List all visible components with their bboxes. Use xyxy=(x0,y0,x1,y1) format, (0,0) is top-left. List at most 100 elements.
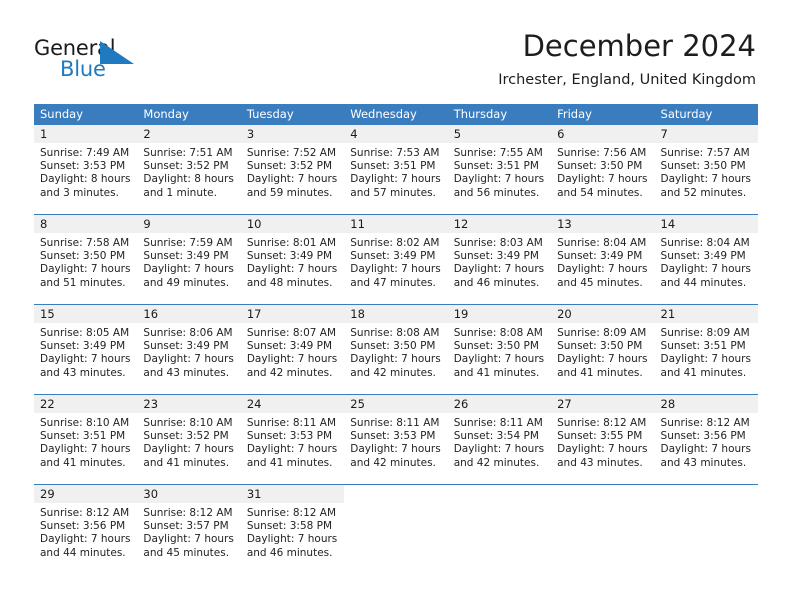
day-number: 20 xyxy=(551,305,655,323)
calendar-day-cell[interactable]: 18 Sunrise: 8:08 AM Sunset: 3:50 PM Dayligh… xyxy=(344,305,448,385)
daylight-text-line2: and 43 minutes. xyxy=(40,366,126,379)
calendar-empty-cell xyxy=(551,485,655,565)
generalblue-logo[interactable]: General Blue xyxy=(34,36,234,88)
daylight-text-line2: and 1 minute. xyxy=(143,186,217,199)
calendar-day-cell[interactable]: 19 Sunrise: 8:08 AM Sunset: 3:50 PM Dayligh… xyxy=(447,305,552,385)
day-details xyxy=(448,503,551,507)
day-details: Sunrise: 8:10 AM Sunset: 3:51 PM Daylight:… xyxy=(34,413,137,470)
calendar-day-cell[interactable]: 9 Sunrise: 7:59 AM Sunset: 3:49 PM Daylight… xyxy=(137,215,241,295)
calendar-day-cell[interactable]: 15 Sunrise: 8:05 AM Sunset: 3:49 PM Dayligh… xyxy=(34,305,138,385)
calendar-day-cell[interactable]: 30 Sunrise: 8:12 AM Sunset: 3:57 PM Dayligh… xyxy=(137,485,241,565)
sunrise-text: Sunrise: 8:09 AM xyxy=(557,327,647,339)
day-number: 27 xyxy=(551,395,655,413)
daylight-text-line1: Daylight: 7 hours xyxy=(660,353,751,366)
sunset-text: Sunset: 3:51 PM xyxy=(660,340,746,353)
day-details: Sunrise: 7:49 AM Sunset: 3:53 PM Daylight:… xyxy=(34,143,137,200)
daylight-text-line2: and 42 minutes. xyxy=(350,366,436,379)
weekday-header-tuesday: Tuesday xyxy=(246,107,294,121)
day-number: 23 xyxy=(137,395,241,413)
day-details: Sunrise: 8:11 AM Sunset: 3:53 PM Daylight:… xyxy=(241,413,344,470)
day-details: Sunrise: 8:12 AM Sunset: 3:58 PM Daylight:… xyxy=(241,503,344,560)
daylight-text-line2: and 46 minutes. xyxy=(453,276,540,289)
calendar-day-cell[interactable]: 24 Sunrise: 8:11 AM Sunset: 3:53 PM Dayligh… xyxy=(240,395,345,475)
calendar-day-cell[interactable]: 23 Sunrise: 8:10 AM Sunset: 3:52 PM Dayligh… xyxy=(137,395,241,475)
day-number: 25 xyxy=(344,395,448,413)
day-details: Sunrise: 8:12 AM Sunset: 3:56 PM Daylight:… xyxy=(34,503,137,560)
sunset-text: Sunset: 3:53 PM xyxy=(40,160,126,173)
day-number: 28 xyxy=(654,395,758,413)
calendar-day-cell[interactable]: 31 Sunrise: 8:12 AM Sunset: 3:58 PM Dayligh… xyxy=(240,485,345,565)
sunrise-text: Sunrise: 8:03 AM xyxy=(453,237,543,249)
sunset-text: Sunset: 3:50 PM xyxy=(453,340,539,353)
calendar-day-cell[interactable]: 6 Sunrise: 7:56 AM Sunset: 3:50 PM Daylight… xyxy=(551,125,655,205)
sunset-text: Sunset: 3:53 PM xyxy=(246,430,333,443)
daylight-text-line2: and 51 minutes. xyxy=(40,276,126,289)
daylight-text-line2: and 42 minutes. xyxy=(246,366,333,379)
sunrise-text: Sunrise: 8:11 AM xyxy=(246,417,337,429)
daylight-text-line2: and 46 minutes. xyxy=(246,546,333,559)
sunset-text: Sunset: 3:52 PM xyxy=(143,430,229,443)
weekday-header-friday: Friday xyxy=(557,107,592,121)
daylight-text-line2: and 48 minutes. xyxy=(246,276,333,289)
calendar-day-cell[interactable]: 8 Sunrise: 7:58 AM Sunset: 3:50 PM Daylight… xyxy=(34,215,138,295)
daylight-text-line1: Daylight: 7 hours xyxy=(660,173,751,186)
calendar-day-cell[interactable]: 2 Sunrise: 7:51 AM Sunset: 3:52 PM Daylight… xyxy=(137,125,241,205)
calendar-day-cell[interactable]: 3 Sunrise: 7:52 AM Sunset: 3:52 PM Daylight… xyxy=(240,125,345,205)
day-number: 10 xyxy=(240,215,345,233)
daylight-text-line1: Daylight: 7 hours xyxy=(40,533,131,546)
sunrise-text: Sunrise: 7:52 AM xyxy=(246,147,337,159)
day-details xyxy=(655,503,758,507)
calendar-day-cell[interactable]: 17 Sunrise: 8:07 AM Sunset: 3:49 PM Dayligh… xyxy=(240,305,345,385)
daylight-text-line2: and 41 minutes. xyxy=(246,456,333,469)
sunrise-text: Sunrise: 8:08 AM xyxy=(350,327,440,339)
daylight-text-line2: and 54 minutes. xyxy=(557,186,643,199)
daylight-text-line1: Daylight: 8 hours xyxy=(40,173,131,186)
weekday-header-wednesday: Wednesday xyxy=(350,107,417,121)
calendar-day-cell[interactable]: 27 Sunrise: 8:12 AM Sunset: 3:55 PM Dayligh… xyxy=(551,395,655,475)
calendar-day-cell[interactable]: 14 Sunrise: 8:04 AM Sunset: 3:49 PM Dayligh… xyxy=(654,215,758,295)
calendar-day-cell[interactable]: 7 Sunrise: 7:57 AM Sunset: 3:50 PM Daylight… xyxy=(654,125,758,205)
day-details: Sunrise: 8:02 AM Sunset: 3:49 PM Daylight:… xyxy=(344,233,447,290)
calendar-day-cell[interactable]: 16 Sunrise: 8:06 AM Sunset: 3:49 PM Dayligh… xyxy=(137,305,241,385)
daylight-text-line2: and 45 minutes. xyxy=(557,276,643,289)
daylight-text-line2: and 59 minutes. xyxy=(246,186,333,199)
sunrise-text: Sunrise: 7:59 AM xyxy=(143,237,233,249)
calendar-day-cell[interactable]: 29 Sunrise: 8:12 AM Sunset: 3:56 PM Dayligh… xyxy=(34,485,138,565)
calendar-day-cell[interactable]: 5 Sunrise: 7:55 AM Sunset: 3:51 PM Daylight… xyxy=(447,125,552,205)
daylight-text-line1: Daylight: 7 hours xyxy=(246,173,338,186)
calendar-empty-cell xyxy=(654,485,758,565)
calendar-day-cell[interactable]: 12 Sunrise: 8:03 AM Sunset: 3:49 PM Dayligh… xyxy=(447,215,552,295)
sunrise-text: Sunrise: 7:49 AM xyxy=(40,147,130,159)
day-number: 4 xyxy=(344,125,448,143)
daylight-text-line2: and 41 minutes. xyxy=(453,366,540,379)
calendar-day-cell[interactable]: 22 Sunrise: 8:10 AM Sunset: 3:51 PM Dayligh… xyxy=(34,395,138,475)
day-details: Sunrise: 8:01 AM Sunset: 3:49 PM Daylight:… xyxy=(241,233,344,290)
sunset-text: Sunset: 3:50 PM xyxy=(557,340,643,353)
calendar-day-cell[interactable]: 10 Sunrise: 8:01 AM Sunset: 3:49 PM Dayligh… xyxy=(240,215,345,295)
day-number: 11 xyxy=(344,215,448,233)
day-number: 3 xyxy=(240,125,345,143)
daylight-text-line1: Daylight: 7 hours xyxy=(246,443,338,456)
weekday-header-sunday: Sunday xyxy=(40,107,84,121)
sunrise-text: Sunrise: 8:12 AM xyxy=(40,507,130,519)
calendar-day-cell[interactable]: 13 Sunrise: 8:04 AM Sunset: 3:49 PM Dayligh… xyxy=(551,215,655,295)
calendar-day-cell[interactable]: 25 Sunrise: 8:11 AM Sunset: 3:53 PM Dayligh… xyxy=(344,395,448,475)
day-number: 30 xyxy=(137,485,241,503)
page-header: General Blue December 2024 Irchester, En… xyxy=(0,0,792,100)
calendar-day-cell[interactable]: 11 Sunrise: 8:02 AM Sunset: 3:49 PM Dayligh… xyxy=(344,215,448,295)
day-number xyxy=(447,485,552,503)
day-details: Sunrise: 7:56 AM Sunset: 3:50 PM Daylight:… xyxy=(551,143,654,200)
day-details: Sunrise: 8:12 AM Sunset: 3:56 PM Daylight:… xyxy=(655,413,758,470)
sunrise-text: Sunrise: 7:57 AM xyxy=(660,147,750,159)
calendar-day-cell[interactable]: 28 Sunrise: 8:12 AM Sunset: 3:56 PM Dayligh… xyxy=(654,395,758,475)
daylight-text-line2: and 56 minutes. xyxy=(453,186,540,199)
calendar-day-cell[interactable]: 4 Sunrise: 7:53 AM Sunset: 3:51 PM Daylight… xyxy=(344,125,448,205)
sunset-text: Sunset: 3:52 PM xyxy=(143,160,229,173)
calendar-week-row: 8 Sunrise: 7:58 AM Sunset: 3:50 PM Daylight… xyxy=(34,214,758,295)
sunset-text: Sunset: 3:49 PM xyxy=(246,340,333,353)
calendar-day-cell[interactable]: 26 Sunrise: 8:11 AM Sunset: 3:54 PM Dayligh… xyxy=(447,395,552,475)
calendar-day-cell[interactable]: 20 Sunrise: 8:09 AM Sunset: 3:50 PM Dayligh… xyxy=(551,305,655,385)
calendar-day-cell[interactable]: 21 Sunrise: 8:09 AM Sunset: 3:51 PM Dayligh… xyxy=(654,305,758,385)
calendar-day-cell[interactable]: 1 Sunrise: 7:49 AM Sunset: 3:53 PM Daylight… xyxy=(34,125,138,205)
day-number: 16 xyxy=(137,305,241,323)
